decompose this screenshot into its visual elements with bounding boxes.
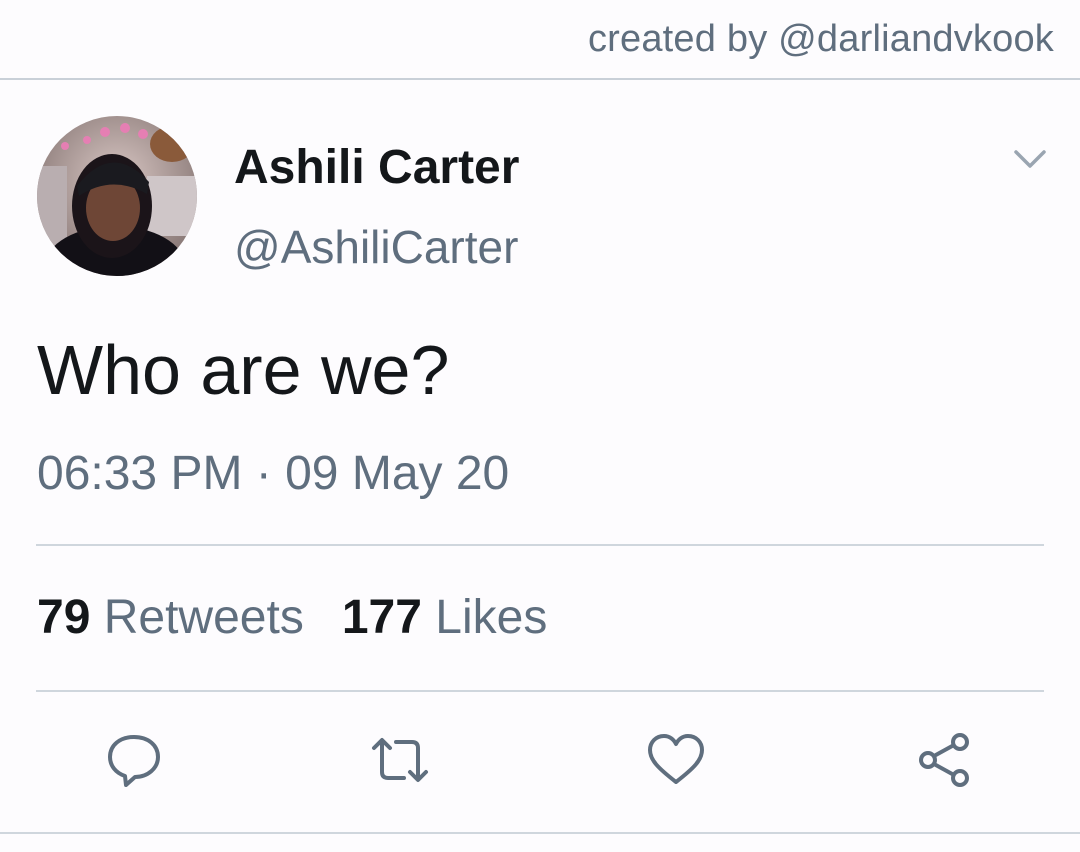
chevron-down-icon[interactable] [1011,144,1049,174]
retweet-icon [372,738,428,782]
divider [36,690,1044,692]
retweets-count: 79 [37,591,91,644]
tweet-timestamp[interactable]: 06:33 PM · 09 May 20 [37,446,509,501]
author-display-name[interactable]: Ashili Carter [234,140,519,195]
divider [36,544,1044,546]
like-button[interactable] [646,730,706,790]
share-button[interactable] [914,730,974,790]
reply-icon [108,735,160,787]
divider [0,832,1080,834]
tweet-stats: 79 Retweets 177 Likes [37,590,547,645]
tweet-text: Who are we? [37,331,450,409]
retweets-stat[interactable]: 79 Retweets [37,591,304,644]
share-icon [919,733,969,787]
likes-label: Likes [435,591,548,644]
author-handle[interactable]: @AshiliCarter [234,220,518,274]
avatar[interactable] [37,116,197,276]
heart-icon [648,734,704,784]
likes-count: 177 [341,591,422,644]
retweets-label: Retweets [103,591,304,644]
likes-stat[interactable]: 177 Likes [342,591,548,644]
avatar-photo [37,116,197,276]
reply-button[interactable] [104,730,164,790]
top-bar: created by @darliandvkook [0,0,1080,80]
retweet-button[interactable] [370,730,430,790]
creator-credit: created by @darliandvkook [587,18,1054,60]
